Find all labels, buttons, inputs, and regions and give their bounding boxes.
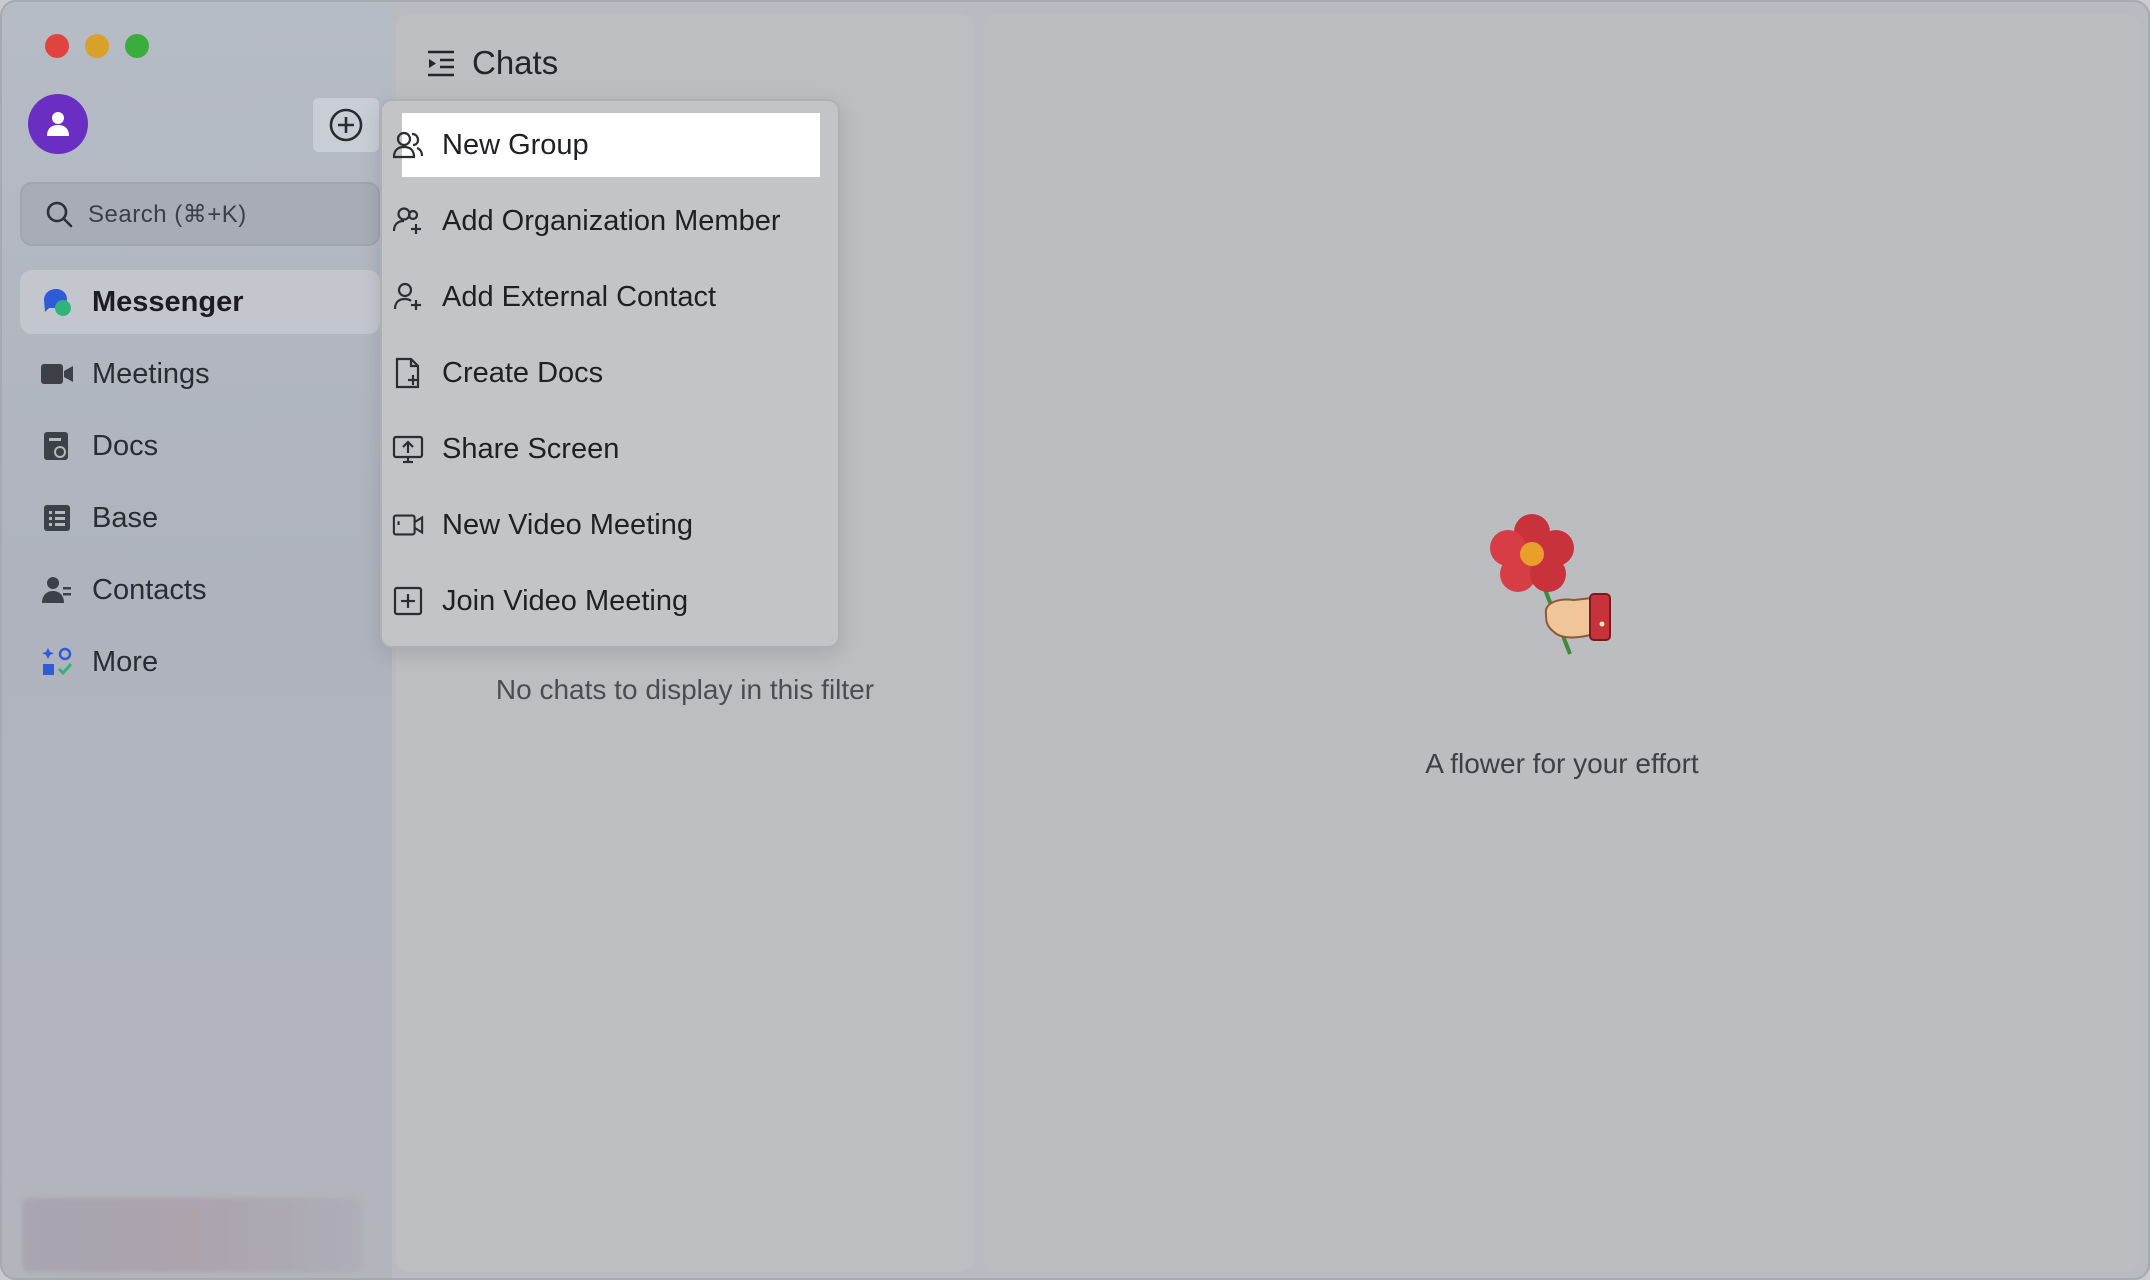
messenger-icon: [40, 285, 74, 319]
menu-item-label: Create Docs: [442, 356, 604, 389]
minimize-window-button[interactable]: [85, 34, 109, 58]
close-window-button[interactable]: [45, 34, 69, 58]
sidebar-item-label: Contacts: [92, 573, 207, 606]
search-icon: [46, 201, 73, 228]
docs-icon: [40, 429, 74, 463]
sidebar-item-base[interactable]: Base: [20, 486, 380, 550]
create-doc-icon: [392, 357, 424, 389]
app-window: Search (⌘+K) Messenger Meetings Docs Bas…: [0, 0, 2150, 1280]
menu-item-add-external-contact[interactable]: Add External Contact: [393, 265, 820, 329]
sidebar-item-label: More: [92, 645, 159, 678]
sidebar-item-more[interactable]: More: [20, 630, 380, 694]
sidebar: Search (⌘+K) Messenger Meetings Docs Bas…: [2, 2, 392, 1278]
menu-item-new-group[interactable]: New Group: [392, 113, 820, 177]
add-button[interactable]: [313, 98, 379, 152]
sidebar-item-label: Messenger: [92, 285, 244, 318]
sidebar-item-docs[interactable]: Docs: [20, 414, 380, 478]
video-meeting-icon: [392, 509, 424, 541]
menu-item-add-organization-member[interactable]: Add Organization Member: [392, 189, 820, 253]
add-dropdown-menu: New Group Add Organization Member Add Ex…: [380, 99, 840, 648]
menu-item-label: New Group: [442, 128, 589, 161]
share-screen-icon: [392, 433, 424, 465]
collapse-list-icon[interactable]: [426, 48, 456, 78]
flower-illustration: [1490, 514, 1611, 655]
sidebar-item-label: Base: [92, 501, 159, 534]
sidebar-item-label: Meetings: [92, 357, 210, 390]
add-member-icon: [392, 205, 424, 237]
search-placeholder: Search (⌘+K): [88, 200, 247, 228]
user-icon: [47, 112, 69, 136]
sidebar-nav: Messenger Meetings Docs Base Contacts Mo…: [20, 270, 380, 702]
sidebar-item-label: Docs: [92, 429, 159, 462]
detail-panel: A flower for your effort: [984, 14, 2140, 1272]
contacts-icon: [40, 573, 74, 607]
menu-item-label: Add Organization Member: [442, 204, 781, 237]
add-contact-icon: [392, 281, 424, 313]
empty-state-message: No chats to display in this filter: [495, 674, 875, 705]
sidebar-item-messenger[interactable]: Messenger: [20, 270, 380, 334]
window-controls: [45, 34, 149, 58]
join-meeting-icon: [392, 585, 424, 617]
sidebar-footer-blurred: [22, 1198, 362, 1272]
group-icon: [392, 129, 424, 161]
search-input[interactable]: Search (⌘+K): [20, 182, 380, 246]
menu-item-label: Join Video Meeting: [442, 584, 689, 617]
menu-item-create-docs[interactable]: Create Docs: [395, 341, 820, 405]
menu-item-share-screen[interactable]: Share Screen: [392, 417, 820, 481]
chats-header: Chats: [426, 44, 558, 82]
menu-item-label: Share Screen: [442, 432, 620, 465]
sidebar-item-contacts[interactable]: Contacts: [20, 558, 380, 622]
page-title: Chats: [472, 44, 559, 81]
video-camera-icon: [40, 357, 74, 391]
base-table-icon: [40, 501, 74, 535]
zoom-window-button[interactable]: [125, 34, 149, 58]
menu-item-join-video-meeting[interactable]: Join Video Meeting: [393, 569, 820, 633]
avatar[interactable]: [28, 94, 88, 154]
sidebar-item-meetings[interactable]: Meetings: [20, 342, 380, 406]
more-apps-icon: [40, 645, 74, 679]
menu-item-label: New Video Meeting: [442, 508, 693, 541]
flower-caption: A flower for your effort: [1425, 748, 1699, 779]
menu-item-new-video-meeting[interactable]: New Video Meeting: [392, 493, 820, 557]
plus-circle-icon: [329, 108, 363, 142]
menu-item-label: Add External Contact: [442, 280, 717, 313]
